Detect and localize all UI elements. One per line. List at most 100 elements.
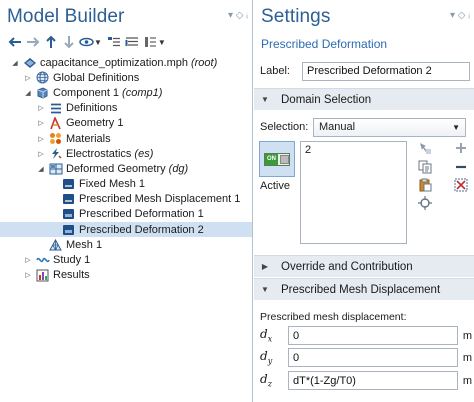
domain-selection-list[interactable]: 2 — [300, 141, 407, 244]
active-label: Active — [260, 180, 290, 192]
collapsed-twisty-icon[interactable]: ▷ — [23, 270, 33, 280]
add-icon[interactable] — [454, 141, 468, 155]
clear-selection-icon[interactable] — [454, 178, 468, 192]
tree-item[interactable]: Prescribed Deformation 2 — [0, 222, 252, 238]
tree-item[interactable]: ▷ Global Definitions — [0, 70, 252, 85]
collapsed-twisty-icon[interactable]: ▷ — [23, 255, 33, 265]
copy-icon[interactable] — [418, 160, 432, 174]
toggle-knob — [280, 154, 289, 164]
list-item[interactable]: 2 — [305, 144, 402, 156]
model-builder-title: Model Builder — [7, 6, 125, 27]
chevron-down-icon: ▼ — [261, 285, 269, 294]
pane-controls[interactable]: ▾ ◇ ᵢ — [450, 10, 470, 21]
chevron-down-icon[interactable]: ▼ — [94, 38, 102, 47]
tree-item[interactable]: Mesh 1 — [0, 237, 252, 252]
selection-row: Selection: Manual ▼ — [260, 117, 472, 137]
tree-item-label: Global Definitions — [53, 71, 140, 84]
tree-item-label: Electrostatics — [66, 147, 132, 160]
displacement-prompt: Prescribed mesh displacement: — [260, 311, 407, 323]
label-input[interactable]: Prescribed Deformation 2 — [302, 61, 470, 81]
tree-item[interactable]: ▷ Materials — [0, 131, 252, 146]
active-toggle-button[interactable]: ON — [259, 141, 295, 177]
dx-symbol: dx — [260, 327, 273, 344]
tree-item-tag: (root) — [190, 56, 218, 69]
collapsed-twisty-icon[interactable]: ▷ — [36, 118, 46, 128]
collapsed-twisty-icon[interactable]: ▷ — [23, 73, 33, 83]
settings-title: Settings — [261, 6, 331, 27]
move-down-icon[interactable] — [60, 34, 77, 51]
results-icon — [35, 269, 50, 282]
dx-input[interactable]: 0 — [288, 326, 458, 345]
tree-item[interactable]: Fixed Mesh 1 — [0, 177, 252, 192]
tree-item-tag: (dg) — [168, 162, 189, 175]
dz-row: dz dT*(1-Zg/T0) m — [260, 371, 472, 390]
tree-item[interactable]: ▷ Study 1 — [0, 252, 252, 267]
paste-icon[interactable] — [418, 178, 432, 192]
selection-dropdown[interactable]: Manual ▼ — [313, 117, 466, 137]
tree-item[interactable]: ◢ Component 1 (comp1) — [0, 85, 252, 100]
chevron-down-icon: ▼ — [261, 95, 269, 104]
dy-unit: m — [462, 351, 472, 364]
toggle-on-text: ON — [265, 153, 278, 165]
label-row: Label: Prescribed Deformation 2 — [260, 61, 470, 81]
dz-input[interactable]: dT*(1-Zg/T0) — [288, 371, 458, 390]
list-view-icon[interactable] — [142, 34, 159, 51]
collapsed-twisty-icon[interactable]: ▷ — [36, 149, 46, 159]
dy-row: dy 0 m — [260, 348, 472, 367]
tree-item[interactable]: ▷ Results — [0, 268, 252, 283]
dy-input[interactable]: 0 — [288, 348, 458, 367]
expanded-twisty-icon[interactable]: ◢ — [23, 88, 33, 98]
tree-item[interactable]: Prescribed Mesh Displacement 1 — [0, 192, 252, 207]
pane-controls[interactable]: ▾ ◇ ᵢ — [228, 10, 248, 21]
globe-icon — [35, 71, 50, 84]
boundary-condition-icon — [61, 178, 76, 191]
collapsed-twisty-icon[interactable]: ▷ — [36, 103, 46, 113]
select-pointer-icon[interactable] — [418, 141, 432, 155]
tree-item[interactable]: ◢ Deformed Geometry (dg) — [0, 161, 252, 176]
chevron-down-icon[interactable]: ▼ — [158, 38, 166, 47]
selection-key: Selection: — [260, 121, 309, 133]
tree-item[interactable]: ▷ Definitions — [0, 101, 252, 116]
collapse-all-icon[interactable] — [106, 34, 123, 51]
domain-selection-title: Domain Selection — [281, 93, 372, 106]
tree-item[interactable]: ▷ Electrostatics (es) — [0, 146, 252, 161]
forward-arrow-icon[interactable] — [24, 34, 41, 51]
expand-all-icon[interactable] — [124, 34, 141, 51]
model-builder-pane: Model Builder ▾ ◇ ᵢ ▼ ▼ ◢ capacitance_opt… — [0, 0, 253, 402]
tree-item-label: Deformed Geometry — [66, 162, 166, 175]
back-arrow-icon[interactable] — [6, 34, 23, 51]
label-key: Label: — [260, 65, 290, 77]
electrostatics-icon — [48, 147, 63, 160]
prescribed-mesh-displacement-header[interactable]: ▼ Prescribed Mesh Displacement — [254, 278, 474, 300]
toggle-switch-icon: ON — [264, 152, 290, 166]
settings-pane: Settings ▾ ◇ ᵢ Prescribed Deformation La… — [254, 0, 474, 402]
expanded-twisty-icon[interactable]: ◢ — [36, 164, 46, 174]
chevron-down-icon: ▼ — [452, 122, 460, 132]
remove-icon[interactable] — [454, 160, 468, 174]
prescribed-mesh-displacement-title: Prescribed Mesh Displacement — [281, 283, 441, 296]
tree-item-label: Definitions — [66, 102, 118, 115]
dz-symbol: dz — [260, 372, 272, 389]
collapsed-twisty-icon[interactable]: ▷ — [36, 134, 46, 144]
show-eye-icon[interactable] — [78, 34, 95, 51]
dx-unit: m — [462, 329, 472, 342]
tree-item[interactable]: Prescribed Deformation 1 — [0, 207, 252, 222]
tree-item[interactable]: ▷ Geometry 1 — [0, 116, 252, 131]
move-up-icon[interactable] — [42, 34, 59, 51]
zoom-to-selection-icon[interactable] — [418, 196, 432, 210]
settings-subtitle: Prescribed Deformation — [261, 37, 388, 51]
model-tree: ◢ capacitance_optimization.mph (root) ▷ Glob… — [0, 55, 252, 283]
geometry-icon — [48, 116, 63, 130]
deformed-geometry-icon — [48, 162, 63, 175]
tree-item[interactable]: ◢ capacitance_optimization.mph (root) — [0, 55, 252, 70]
tree-item-label: Fixed Mesh 1 — [79, 178, 146, 191]
override-contribution-header[interactable]: ▶ Override and Contribution — [254, 255, 474, 277]
domain-condition-icon — [61, 223, 76, 236]
domain-selection-header[interactable]: ▼ Domain Selection — [254, 88, 474, 110]
expanded-twisty-icon[interactable]: ◢ — [10, 58, 20, 68]
tree-item-label: Component 1 — [53, 86, 120, 99]
